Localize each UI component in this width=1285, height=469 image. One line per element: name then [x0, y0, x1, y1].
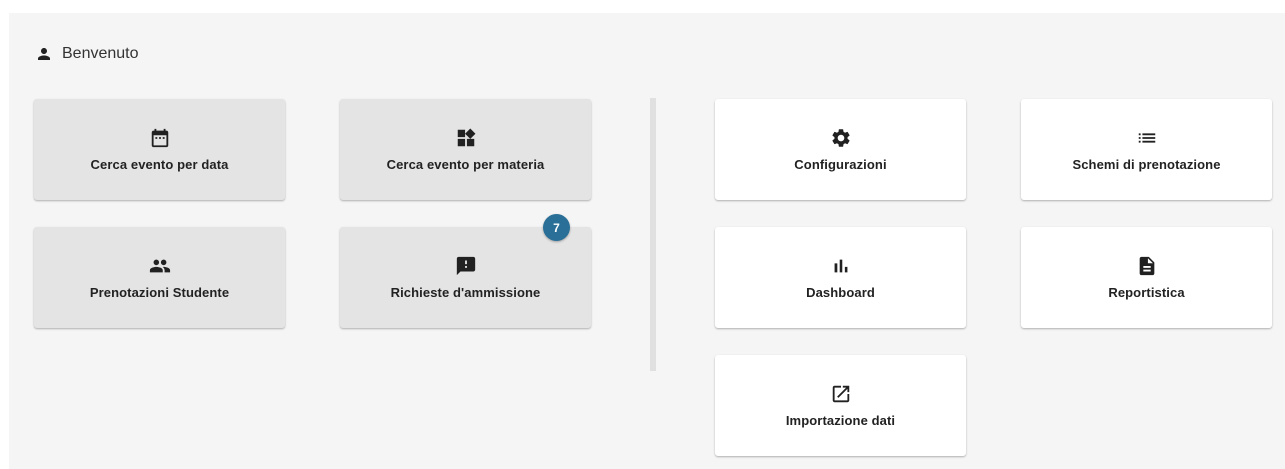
- tile-importazione-dati[interactable]: Importazione dati: [715, 355, 966, 456]
- feedback-icon: [456, 256, 475, 276]
- welcome-header: Benvenuto: [35, 44, 139, 64]
- tile-label: Prenotazioni Studente: [89, 285, 230, 300]
- tile-label: Cerca evento per data: [90, 157, 229, 172]
- tile-reportistica[interactable]: Reportistica: [1021, 227, 1272, 328]
- tile-configurazioni[interactable]: Configurazioni: [715, 99, 966, 200]
- person-icon: [38, 48, 50, 60]
- calendar-icon: [151, 128, 168, 148]
- tile-cerca-evento-materia[interactable]: Cerca evento per materia: [340, 99, 591, 200]
- people-icon: [149, 259, 170, 273]
- tile-label: Richieste d'ammissione: [390, 285, 541, 300]
- gear-icon: [831, 129, 850, 147]
- widgets-icon: [457, 128, 475, 147]
- welcome-text: Benvenuto: [62, 45, 139, 62]
- document-icon: [1139, 256, 1154, 276]
- open-in-new-icon: [832, 385, 849, 403]
- tile-label: Configurazioni: [794, 157, 887, 172]
- tile-label: Cerca evento per materia: [386, 157, 545, 172]
- tile-label: Importazione dati: [785, 413, 896, 428]
- notification-badge: 7: [543, 214, 570, 241]
- tile-label: Schemi di prenotazione: [1072, 157, 1221, 172]
- tile-label: Dashboard: [806, 285, 875, 300]
- tile-cerca-evento-data[interactable]: Cerca evento per data: [34, 99, 285, 200]
- bar-chart-icon: [834, 259, 847, 273]
- list-icon: [1138, 133, 1155, 143]
- tile-label: Reportistica: [1108, 285, 1185, 300]
- tile-dashboard[interactable]: Dashboard: [715, 227, 966, 328]
- tile-schemi-prenotazione[interactable]: Schemi di prenotazione: [1021, 99, 1272, 200]
- tile-richieste-ammissione[interactable]: Richieste d'ammissione: [340, 227, 591, 328]
- vertical-divider: [650, 98, 656, 371]
- tile-prenotazioni-studente[interactable]: Prenotazioni Studente: [34, 227, 285, 328]
